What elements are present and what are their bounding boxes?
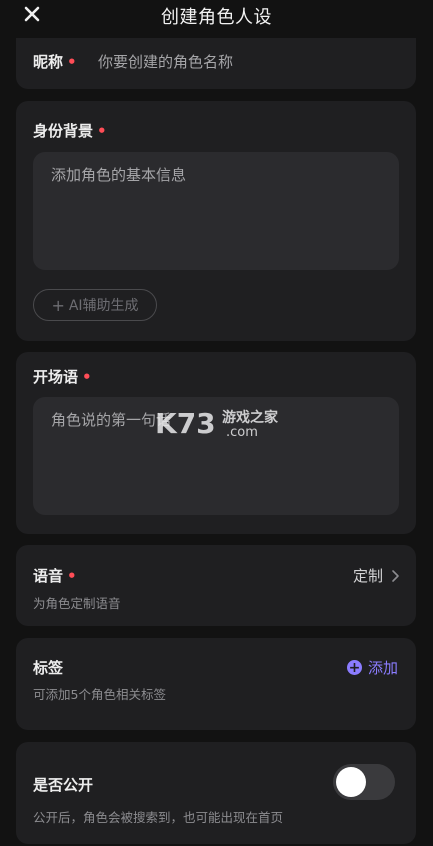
ai-assist-button[interactable]: + AI辅助生成 — [33, 289, 157, 321]
public-hint: 公开后，角色会被搜索到，也可能出现在首页 — [33, 810, 284, 825]
customize-label: 定制 — [353, 567, 384, 585]
background-card: 身份背景 • 添加角色的基本信息 + AI辅助生成 — [16, 101, 416, 341]
required-dot: • — [82, 368, 92, 386]
top-bar: 创建角色人设 — [0, 0, 433, 34]
voice-label: 语音 • — [33, 567, 77, 585]
tags-label: 标签 — [33, 659, 64, 677]
ai-assist-label: AI辅助生成 — [68, 298, 139, 314]
page-title: 创建角色人设 — [161, 7, 272, 28]
plus-icon: + — [51, 295, 65, 315]
voice-card[interactable]: 语音 • 为角色定制语音 定制 — [16, 545, 416, 626]
background-placeholder: 添加角色的基本信息 — [51, 166, 187, 184]
plus-circle-icon: + — [347, 659, 362, 676]
toggle-knob — [336, 767, 366, 797]
background-label: 身份背景 • — [33, 122, 107, 140]
k73-watermark-logo: K73 游戏之家 .com — [155, 407, 279, 440]
watermark-text: 游戏之家 — [222, 409, 279, 426]
voice-hint: 为角色定制语音 — [33, 596, 121, 611]
watermark-brand: K73 — [155, 407, 216, 440]
opening-label: 开场语 • — [33, 368, 92, 386]
add-label: 添加 — [368, 659, 399, 677]
tags-hint: 可添加5个角色相关标签 — [33, 687, 166, 702]
tags-card: 标签 可添加5个角色相关标签 + 添加 — [16, 638, 416, 730]
required-dot: • — [67, 567, 77, 585]
opening-card: 开场语 • 角色说的第一句话 — [16, 352, 416, 534]
add-tag-button[interactable]: + 添加 — [347, 657, 398, 678]
public-toggle[interactable] — [333, 764, 395, 800]
watermark-domain: .com — [226, 425, 258, 440]
customize-voice-button[interactable]: 定制 — [353, 565, 403, 586]
background-textarea[interactable]: 添加角色的基本信息 — [33, 152, 399, 270]
chevron-right-icon — [392, 569, 399, 582]
required-dot: • — [67, 53, 77, 71]
nickname-label: 昵称 • — [33, 53, 77, 71]
public-card: 是否公开 公开后，角色会被搜索到，也可能出现在首页 — [16, 742, 416, 844]
required-dot: • — [97, 122, 107, 140]
nickname-card: 昵称 • 你要创建的角色名称 — [16, 38, 416, 89]
public-label: 是否公开 — [33, 776, 94, 794]
opening-placeholder: 角色说的第一句话 — [51, 411, 172, 429]
nickname-input[interactable]: 你要创建的角色名称 — [98, 51, 233, 72]
